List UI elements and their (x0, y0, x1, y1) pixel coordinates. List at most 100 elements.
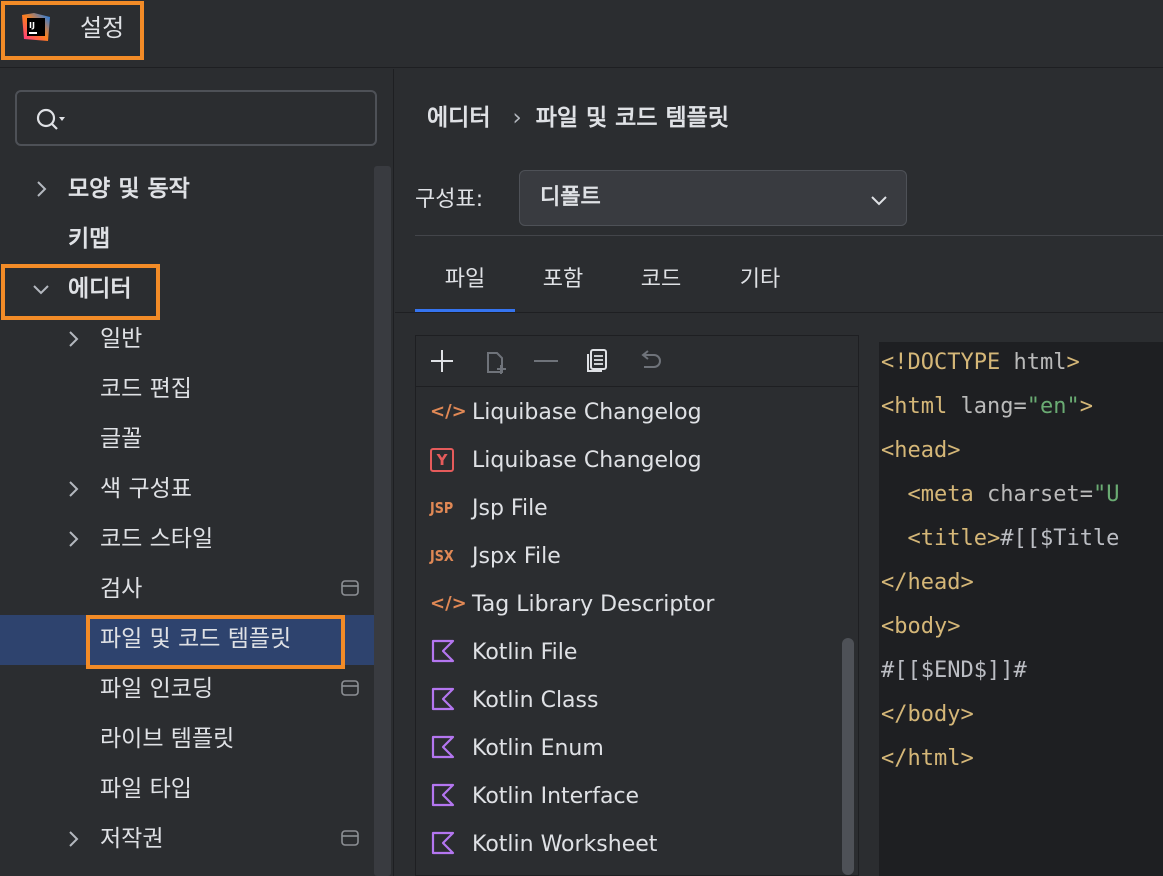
sidebar-item-inspections[interactable]: 검사 (0, 565, 376, 615)
code-line: <body> (881, 612, 960, 642)
template-name: Liquibase Changelog (472, 400, 702, 425)
list-item[interactable]: Y Liquibase Changelog (416, 438, 840, 486)
reset-icon[interactable] (636, 347, 664, 375)
sidebar-item-label: 일반 (100, 326, 143, 352)
chevron-right-icon[interactable] (62, 328, 84, 350)
sidebar-item-label: 색 구성표 (100, 476, 192, 502)
add-icon[interactable] (428, 347, 456, 375)
chevron-right-icon[interactable] (62, 478, 84, 500)
tab-other[interactable]: 기타 (715, 265, 805, 313)
title-bar: IJ 설정 (0, 0, 1163, 68)
sidebar-item-label: 라이브 템플릿 (100, 726, 235, 752)
code-token: <title> (907, 526, 1001, 551)
settings-content: 에디터 › 파일 및 코드 템플릿 구성표: 디폴트 파일 포함 코드 기타 <… (395, 69, 1163, 876)
code-token: #[[$Title (1000, 526, 1120, 551)
code-line: #[[$END$]]# (881, 656, 1027, 686)
sidebar-item-file-and-code-templates[interactable]: 파일 및 코드 템플릿 (0, 615, 376, 665)
code-token: lang (947, 394, 1014, 419)
code-line: <!DOCTYPE html> (881, 348, 1080, 378)
sidebar-item-label: 글꼴 (100, 426, 143, 452)
code-token: <html (881, 394, 948, 419)
tab-includes[interactable]: 포함 (520, 265, 606, 313)
sidebar-item-code-editing[interactable]: 코드 편집 (0, 365, 376, 415)
breadcrumb: 에디터 › 파일 및 코드 템플릿 (427, 103, 729, 133)
sidebar-item-color-scheme[interactable]: 색 구성표 (0, 465, 376, 515)
sidebar-item-editor[interactable]: 에디터 (0, 265, 376, 315)
yaml-icon: Y (430, 446, 462, 474)
sidebar-item-appearance[interactable]: 모양 및 동작 (0, 165, 376, 215)
code-token: charset (973, 482, 1080, 507)
sidebar-item-general[interactable]: 일반 (0, 315, 376, 365)
code-token: </head> (881, 570, 974, 595)
copy-icon[interactable] (482, 347, 510, 375)
code-token: </html> (881, 746, 974, 771)
sidebar-item-label: 코드 스타일 (100, 526, 214, 552)
scheme-dropdown[interactable]: 디폴트 (519, 170, 907, 226)
code-token: "en" (1026, 394, 1080, 419)
sidebar-item-label: 에디터 (68, 276, 132, 302)
sidebar-item-label: 파일 타입 (100, 776, 192, 802)
chevron-right-icon[interactable] (30, 178, 52, 200)
tab-code[interactable]: 코드 (615, 265, 707, 313)
project-scope-icon (341, 680, 359, 696)
sidebar-item-copyright[interactable]: 저작권 (0, 815, 376, 865)
sidebar-item-font[interactable]: 글꼴 (0, 415, 376, 465)
code-token: <head> (881, 438, 961, 463)
kotlin-icon (430, 686, 462, 714)
sidebar-item-keymap[interactable]: 키맵 (0, 215, 376, 265)
code-line: <title>#[[$Title (881, 524, 1120, 554)
chevron-down-icon[interactable] (30, 278, 52, 300)
list-item[interactable]: Kotlin Enum (416, 726, 840, 774)
breadcrumb-parent[interactable]: 에디터 (427, 105, 490, 131)
code-token: </body> (881, 702, 974, 727)
code-token: > (1079, 394, 1093, 419)
kotlin-icon (430, 782, 462, 810)
list-item[interactable]: JSX Jspx File (416, 534, 840, 582)
sidebar-scrollbar[interactable] (374, 166, 391, 876)
template-name: Liquibase Changelog (472, 448, 702, 473)
sidebar-item-file-types[interactable]: 파일 타입 (0, 765, 376, 815)
list-item[interactable]: </> Tag Library Descriptor (416, 582, 840, 630)
code-token: "U (1092, 482, 1120, 507)
code-line: <meta charset="U (881, 480, 1120, 510)
remove-icon[interactable] (532, 347, 560, 375)
settings-search-input[interactable] (77, 100, 367, 138)
list-item[interactable]: </> Liquibase Changelog (416, 390, 840, 438)
divider (415, 235, 1163, 236)
list-item[interactable]: Kotlin Class (416, 678, 840, 726)
project-scope-icon (341, 580, 359, 596)
sidebar-item-label: 파일 및 코드 템플릿 (100, 626, 292, 652)
settings-search-box[interactable] (15, 90, 377, 146)
sidebar-item-file-encodings[interactable]: 파일 인코딩 (0, 665, 376, 715)
template-name: Kotlin Worksheet (472, 832, 658, 857)
breadcrumb-separator: › (512, 105, 522, 131)
kotlin-icon (430, 638, 462, 666)
code-line: </body> (881, 700, 974, 730)
chevron-right-icon[interactable] (62, 528, 84, 550)
list-item[interactable]: Kotlin Worksheet (416, 822, 840, 870)
kotlin-icon (430, 830, 462, 858)
code-token: = (1013, 394, 1027, 419)
template-toolbar (416, 336, 858, 387)
template-name: Jsp File (472, 496, 548, 521)
xml-icon: </> (430, 401, 467, 422)
breadcrumb-current: 파일 및 코드 템플릿 (535, 105, 729, 131)
list-item[interactable]: Kotlin Interface (416, 774, 840, 822)
template-list-scrollbar[interactable] (842, 638, 854, 875)
template-name: Kotlin Class (472, 688, 599, 713)
sidebar-item-code-style[interactable]: 코드 스타일 (0, 515, 376, 565)
tab-files[interactable]: 파일 (415, 265, 515, 313)
template-code-editor[interactable]: <!DOCTYPE html> <html lang="en"> <head> … (879, 342, 1163, 876)
chevron-right-icon[interactable] (62, 828, 84, 850)
settings-sidebar: 모양 및 동작 키맵에디터일반코드 편집글꼴색 구성표코드 스타일검사파일 및 코… (0, 69, 394, 876)
search-icon[interactable] (35, 106, 71, 134)
xml-icon: </> (430, 593, 467, 614)
list-item[interactable]: Kotlin File (416, 630, 840, 678)
sidebar-item-live-templates[interactable]: 라이브 템플릿 (0, 715, 376, 765)
list-item[interactable]: JSP Jsp File (416, 486, 840, 534)
jsp-icon: JSP (430, 499, 454, 517)
duplicate-icon[interactable] (584, 347, 612, 375)
sidebar-item-label: 파일 인코딩 (100, 676, 214, 702)
